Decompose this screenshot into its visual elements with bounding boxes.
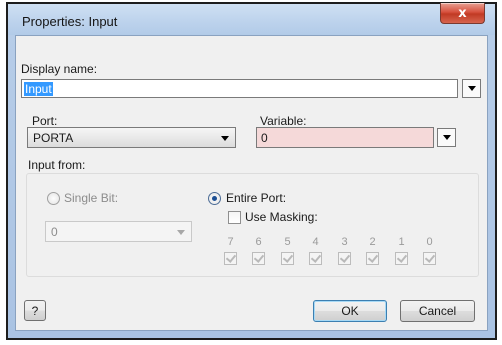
single-bit-label: Single Bit: (64, 191, 119, 205)
port-select[interactable]: PORTA (27, 127, 236, 148)
single-bit-select[interactable]: 0 (45, 221, 192, 242)
bit-3-checkbox[interactable] (338, 252, 351, 265)
entire-port-label: Entire Port: (226, 191, 287, 205)
bit-7-checkbox[interactable] (224, 252, 237, 265)
single-bit-radio[interactable] (47, 192, 60, 205)
input-from-label: Input from: (28, 158, 86, 172)
window-title: Properties: Input (22, 14, 118, 29)
variable-value: 0 (261, 131, 268, 145)
dialog-window: Properties: Input x Display name: Input … (6, 2, 497, 340)
checkmark-icon (339, 252, 351, 263)
bit-0-checkbox[interactable] (423, 252, 436, 265)
bit-2-checkbox[interactable] (366, 252, 379, 265)
display-name-label: Display name: (21, 62, 98, 76)
entire-port-radio[interactable] (208, 192, 221, 205)
single-bit-value: 0 (51, 225, 58, 239)
dialog-body: Display name: Input Port: PORTA Variable… (15, 35, 488, 331)
use-masking-checkbox[interactable] (228, 211, 241, 224)
cancel-button[interactable]: Cancel (400, 300, 475, 322)
bit-label: 4 (312, 236, 319, 248)
display-name-value: Input (24, 82, 53, 96)
checkmark-icon (253, 252, 265, 263)
bit-label: 2 (369, 236, 376, 248)
use-masking-label: Use Masking: (245, 210, 318, 224)
port-label: Port: (32, 114, 58, 128)
checkmark-icon (367, 252, 379, 263)
variable-input[interactable]: 0 (256, 127, 434, 148)
display-name-dropdown-button[interactable] (462, 79, 481, 98)
chevron-down-icon (442, 135, 451, 140)
help-icon: ? (31, 303, 39, 318)
display-name-input[interactable]: Input (21, 79, 458, 98)
cancel-button-label: Cancel (418, 304, 457, 318)
bit-1-checkbox[interactable] (395, 252, 408, 265)
close-button[interactable]: x (440, 3, 485, 24)
bit-label: 0 (426, 236, 433, 248)
chevron-down-icon (221, 136, 229, 141)
checkmark-icon (310, 252, 322, 263)
bit-label: 5 (284, 236, 291, 248)
help-button[interactable]: ? (24, 300, 46, 321)
bit-4-checkbox[interactable] (309, 252, 322, 265)
checkmark-icon (424, 252, 436, 263)
input-from-group: Single Bit: 0 Entire Port: Use Masking: … (26, 173, 479, 277)
chevron-down-icon (467, 86, 476, 91)
bit-label: 3 (341, 236, 348, 248)
ok-button[interactable]: OK (313, 300, 387, 322)
bit-label: 7 (227, 236, 234, 248)
port-selected-value: PORTA (33, 131, 74, 145)
ok-button-label: OK (341, 304, 359, 318)
checkmark-icon (282, 252, 294, 263)
variable-label: Variable: (260, 114, 307, 128)
checkmark-icon (396, 252, 408, 263)
bit-label: 1 (398, 236, 405, 248)
bit-6-checkbox[interactable] (252, 252, 265, 265)
bit-label: 6 (255, 236, 262, 248)
bit-5-checkbox[interactable] (281, 252, 294, 265)
chevron-down-icon (177, 230, 185, 235)
variable-dropdown-button[interactable] (437, 128, 456, 147)
title-bar[interactable]: Properties: Input x (8, 3, 495, 35)
checkmark-icon (225, 252, 237, 263)
close-icon: x (458, 5, 467, 21)
